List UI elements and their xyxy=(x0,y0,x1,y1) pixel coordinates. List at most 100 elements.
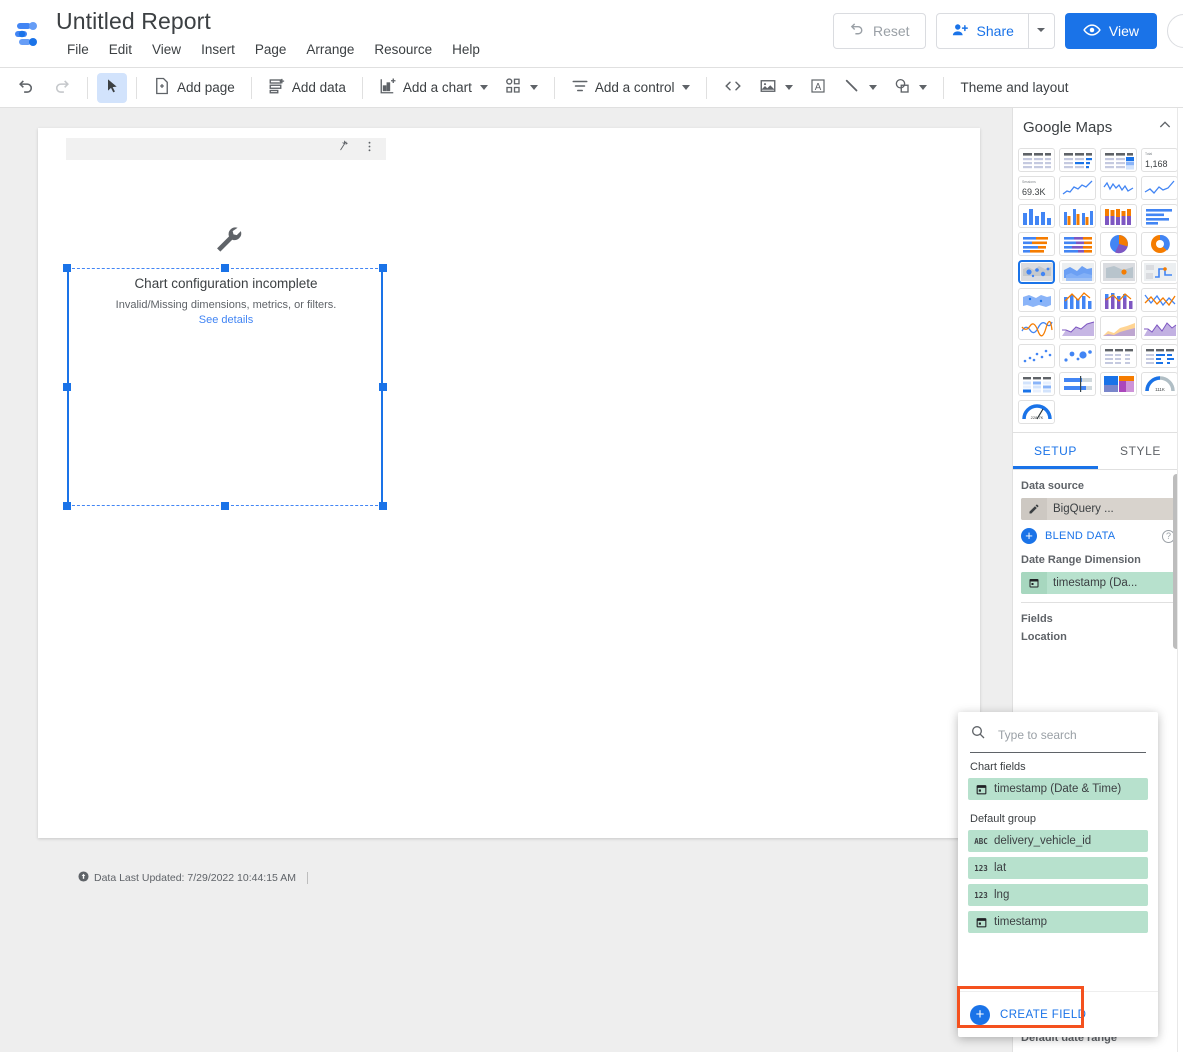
chart-type-google-maps-heatmap[interactable] xyxy=(1100,260,1137,284)
data-source-chip[interactable]: BigQuery ... xyxy=(1021,498,1175,520)
chart-type-combo-chart[interactable] xyxy=(1059,288,1096,312)
chart-type-pie-chart[interactable] xyxy=(1100,232,1137,256)
field-item-label: lat xyxy=(994,862,1007,874)
add-shape-button[interactable] xyxy=(886,73,934,103)
chevron-up-icon[interactable] xyxy=(1157,117,1173,138)
see-details-link[interactable]: See details xyxy=(199,314,253,326)
chart-type-sparkline[interactable] xyxy=(1141,176,1178,200)
field-search-input[interactable] xyxy=(996,726,1136,743)
chart-type-google-maps-bubble[interactable] xyxy=(1018,260,1055,284)
chart-type-pivot-table[interactable] xyxy=(1100,344,1137,368)
chart-type-smoothed-line[interactable] xyxy=(1018,316,1055,340)
toolbar-divider xyxy=(87,76,88,99)
report-canvas[interactable]: Chart configuration incomplete Invalid/M… xyxy=(0,108,1012,1052)
menu-item-resource[interactable]: Resource xyxy=(364,40,442,59)
reset-button[interactable]: Reset xyxy=(832,13,926,49)
menu-item-help[interactable]: Help xyxy=(442,40,490,59)
chart-type-area-chart[interactable] xyxy=(1059,316,1096,340)
magic-wand-icon[interactable] xyxy=(338,140,351,158)
toolbar-divider xyxy=(943,76,945,99)
toolbar-divider xyxy=(250,76,252,99)
scorecard-value: 1,168 xyxy=(1145,159,1168,169)
chart-type-gauge-111k[interactable]: 111K xyxy=(1141,372,1178,396)
embed-code-button[interactable] xyxy=(716,73,750,103)
add-image-button[interactable] xyxy=(752,73,800,103)
chart-widget[interactable]: Chart configuration incomplete Invalid/M… xyxy=(66,138,386,388)
add-chart-button[interactable]: Add a chart xyxy=(372,73,495,103)
redo-button[interactable] xyxy=(45,73,78,103)
add-page-button[interactable]: Add page xyxy=(146,73,242,103)
add-control-button[interactable]: Add a control xyxy=(564,73,698,103)
chart-type-combo-stacked[interactable] xyxy=(1100,288,1137,312)
blend-data-row[interactable]: + BLEND DATA ? xyxy=(1021,528,1175,544)
chart-type-stacked-bar-100[interactable] xyxy=(1059,232,1096,256)
share-button[interactable]: Share xyxy=(937,14,1028,48)
more-vert-icon[interactable] xyxy=(363,140,376,158)
community-visualization-button[interactable] xyxy=(497,73,545,103)
chart-type-table-with-bars[interactable] xyxy=(1059,148,1096,172)
chart-type-stacked-area[interactable] xyxy=(1100,316,1137,340)
chart-type-table[interactable] xyxy=(1018,148,1055,172)
menu-item-edit[interactable]: Edit xyxy=(99,40,142,59)
chart-type-scorecard[interactable]: Total 1,168 xyxy=(1141,148,1178,172)
select-tool-button[interactable] xyxy=(97,72,127,103)
add-text-button[interactable]: A xyxy=(802,73,834,103)
chart-type-scatter-chart[interactable] xyxy=(1018,344,1055,368)
chart-type-pivot-table-heatmap[interactable] xyxy=(1018,372,1055,396)
field-picker-popup[interactable]: Chart fields timestamp (Date & Time) Def… xyxy=(958,712,1158,1037)
chart-type-treemap[interactable] xyxy=(1100,372,1137,396)
looker-studio-app: Untitled Report File Edit View Insert Pa… xyxy=(0,0,1183,1052)
chart-type-column-chart[interactable] xyxy=(1018,204,1055,228)
add-data-button[interactable]: Add data xyxy=(261,73,353,103)
field-item-timestamp-date-time[interactable]: timestamp (Date & Time) xyxy=(968,778,1148,800)
chart-type-google-maps-lines[interactable] xyxy=(1141,260,1178,284)
create-field-button[interactable]: + CREATE FIELD xyxy=(958,991,1158,1037)
chart-type-line-chart[interactable] xyxy=(1141,288,1178,312)
menu-item-arrange[interactable]: Arrange xyxy=(296,40,364,59)
share-label: Share xyxy=(976,23,1014,39)
theme-layout-label: Theme and layout xyxy=(960,80,1069,95)
chart-type-bar-chart[interactable] xyxy=(1141,204,1178,228)
plus-circle-icon: + xyxy=(1021,528,1037,544)
field-item-lat[interactable]: 123 lat xyxy=(968,857,1148,879)
chart-type-donut-chart[interactable] xyxy=(1141,232,1178,256)
add-line-button[interactable] xyxy=(836,73,884,103)
svg-text:A: A xyxy=(815,82,822,93)
field-item-delivery-vehicle-id[interactable]: ABC delivery_vehicle_id xyxy=(968,830,1148,852)
chart-type-stacked-bar[interactable] xyxy=(1018,232,1055,256)
panel-title: Google Maps xyxy=(1023,118,1113,136)
chart-type-pivot-table-bars[interactable] xyxy=(1141,344,1178,368)
chart-type-stacked-column[interactable] xyxy=(1100,204,1137,228)
field-item-timestamp[interactable]: timestamp xyxy=(968,911,1148,933)
date-range-dimension-chip[interactable]: timestamp (Da... xyxy=(1021,572,1175,594)
chart-type-gauge-2287k[interactable]: 228.7K xyxy=(1018,400,1055,424)
undo-button[interactable] xyxy=(10,73,43,103)
chart-type-time-series-multi[interactable] xyxy=(1100,176,1137,200)
chart-type-stepped-area[interactable] xyxy=(1141,316,1178,340)
field-item-lng[interactable]: 123 lng xyxy=(968,884,1148,906)
report-page[interactable]: Chart configuration incomplete Invalid/M… xyxy=(38,128,980,884)
blend-data-label: BLEND DATA xyxy=(1045,530,1116,542)
chart-type-clustered-column[interactable] xyxy=(1059,204,1096,228)
view-button[interactable]: View xyxy=(1064,13,1157,49)
toolbar-divider xyxy=(706,76,708,99)
report-title[interactable]: Untitled Report xyxy=(56,8,211,35)
chart-type-table-with-heatmap[interactable] xyxy=(1100,148,1137,172)
menu-item-view[interactable]: View xyxy=(142,40,191,59)
person-add-icon xyxy=(951,21,969,42)
tab-style[interactable]: STYLE xyxy=(1098,433,1183,469)
theme-and-layout-button[interactable]: Theme and layout xyxy=(953,73,1075,103)
chart-type-time-series-line[interactable] xyxy=(1059,176,1096,200)
chart-type-scorecard-compact[interactable]: Sessions 69.3K xyxy=(1018,176,1055,200)
menu-item-file[interactable]: File xyxy=(57,40,99,59)
chart-type-google-maps-filled[interactable] xyxy=(1059,260,1096,284)
menu-item-insert[interactable]: Insert xyxy=(191,40,245,59)
chart-type-bubble-chart[interactable] xyxy=(1059,344,1096,368)
tab-setup[interactable]: SETUP xyxy=(1013,433,1098,469)
share-dropdown-button[interactable] xyxy=(1027,14,1054,48)
chart-type-geo-chart[interactable] xyxy=(1018,288,1055,312)
chart-placeholder-title: Chart configuration incomplete xyxy=(134,276,318,291)
menu-item-page[interactable]: Page xyxy=(245,40,297,59)
chart-type-bullet-chart[interactable] xyxy=(1059,372,1096,396)
avatar[interactable] xyxy=(1167,14,1183,48)
